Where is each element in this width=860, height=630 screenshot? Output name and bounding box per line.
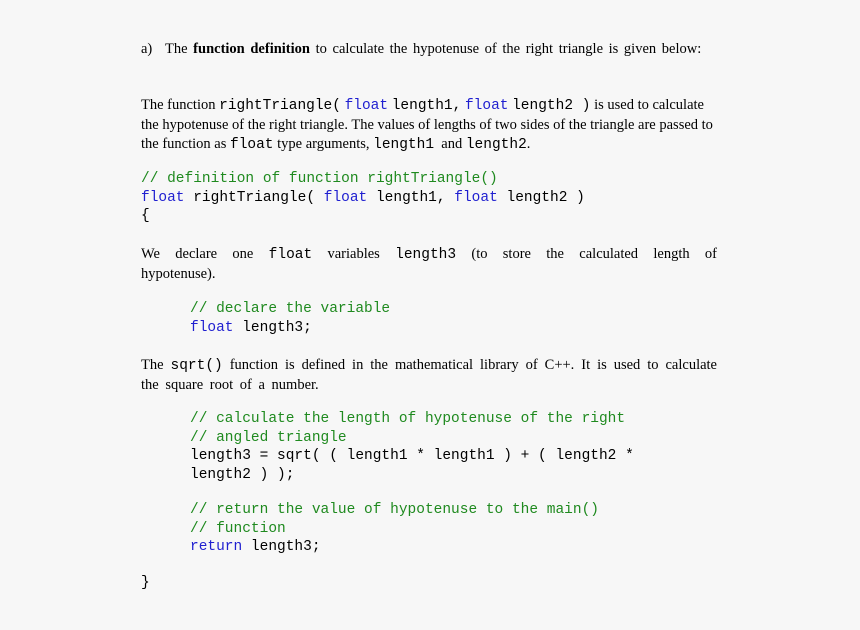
code-block-declare: // declare the variable float length3; <box>190 301 391 336</box>
paragraph-declare: We declare one float variables length3 (… <box>141 246 717 282</box>
item-a: a) The function definition to calculate … <box>141 40 717 59</box>
code-block-signature: // definition of function rightTriangle(… <box>141 171 585 224</box>
code-comment: // return the value of hypotenuse to the… <box>190 502 599 518</box>
code-block-return: // return the value of hypotenuse to the… <box>190 502 599 555</box>
code-block-calculate: // calculate the length of hypotenuse of… <box>190 411 634 483</box>
bold-term: function definition <box>193 41 310 57</box>
item-a-text: The function definition to calculate the… <box>165 41 702 57</box>
code-comment: // angled triangle <box>190 429 347 446</box>
code-comment: // calculate the length of hypotenuse of… <box>190 411 626 427</box>
list-marker: a) <box>141 41 153 57</box>
paragraph-function-description: The function rightTriangle( float length… <box>141 97 713 153</box>
code-comment: // function <box>190 520 286 537</box>
code-comment: // definition of function rightTriangle(… <box>141 171 498 187</box>
closing-brace: } <box>141 575 150 591</box>
paragraph-sqrt: The sqrt() function is defined in the ma… <box>141 357 717 393</box>
code-comment: // declare the variable <box>190 301 391 317</box>
